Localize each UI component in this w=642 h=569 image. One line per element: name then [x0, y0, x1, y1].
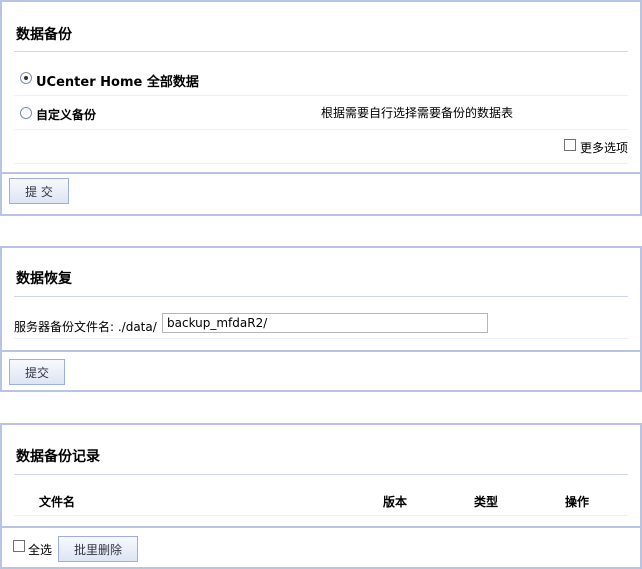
restore-file-label: 服务器备份文件名: ./data/ — [14, 320, 157, 334]
column-header-type: 类型 — [474, 495, 499, 509]
more-options-row: 更多选项 — [14, 130, 628, 164]
radio-full-backup[interactable] — [20, 72, 32, 84]
records-title: 数据备份记录 — [14, 446, 628, 475]
select-all-label[interactable]: 全选 — [28, 541, 52, 558]
custom-backup-hint: 根据需要自行选择需要备份的数据表 — [321, 106, 514, 120]
records-panel: 数据备份记录 文件名 版本 类型 操作 全选 批里删除 — [0, 423, 642, 569]
restore-panel: 数据恢复 服务器备份文件名: ./data/ 提交 — [0, 246, 642, 392]
radio-custom-backup[interactable] — [20, 107, 32, 119]
restore-file-row: 服务器备份文件名: ./data/ — [14, 299, 628, 339]
batch-delete-button[interactable]: 批里删除 — [58, 536, 138, 562]
select-all-checkbox[interactable] — [13, 540, 25, 552]
column-header-actions: 操作 — [565, 495, 590, 509]
backup-title: 数据备份 — [14, 24, 628, 52]
restore-footer: 提交 — [2, 350, 640, 390]
records-footer: 全选 批里删除 — [2, 526, 640, 567]
records-header-row: 文件名 版本 类型 操作 — [14, 476, 628, 516]
backup-submit-button[interactable]: 提 交 — [9, 178, 69, 204]
full-backup-label[interactable]: UCenter Home 全部数据 — [36, 71, 199, 90]
backup-option-row-custom: 自定义备份 根据需要自行选择需要备份的数据表 — [14, 96, 628, 130]
restore-title: 数据恢复 — [14, 268, 628, 297]
custom-backup-label[interactable]: 自定义备份 — [36, 106, 96, 123]
backup-footer: 提 交 — [2, 172, 640, 214]
more-options-label[interactable]: 更多选项 — [580, 139, 628, 156]
column-header-version: 版本 — [383, 495, 408, 509]
backup-option-row-full: UCenter Home 全部数据 — [14, 54, 628, 96]
restore-submit-button[interactable]: 提交 — [9, 359, 65, 385]
column-header-filename: 文件名 — [39, 495, 76, 509]
restore-file-input[interactable] — [162, 313, 488, 333]
backup-panel: 数据备份 UCenter Home 全部数据 自定义备份 根据需要自行选择需要备… — [0, 0, 642, 216]
more-options-checkbox[interactable] — [564, 139, 576, 151]
